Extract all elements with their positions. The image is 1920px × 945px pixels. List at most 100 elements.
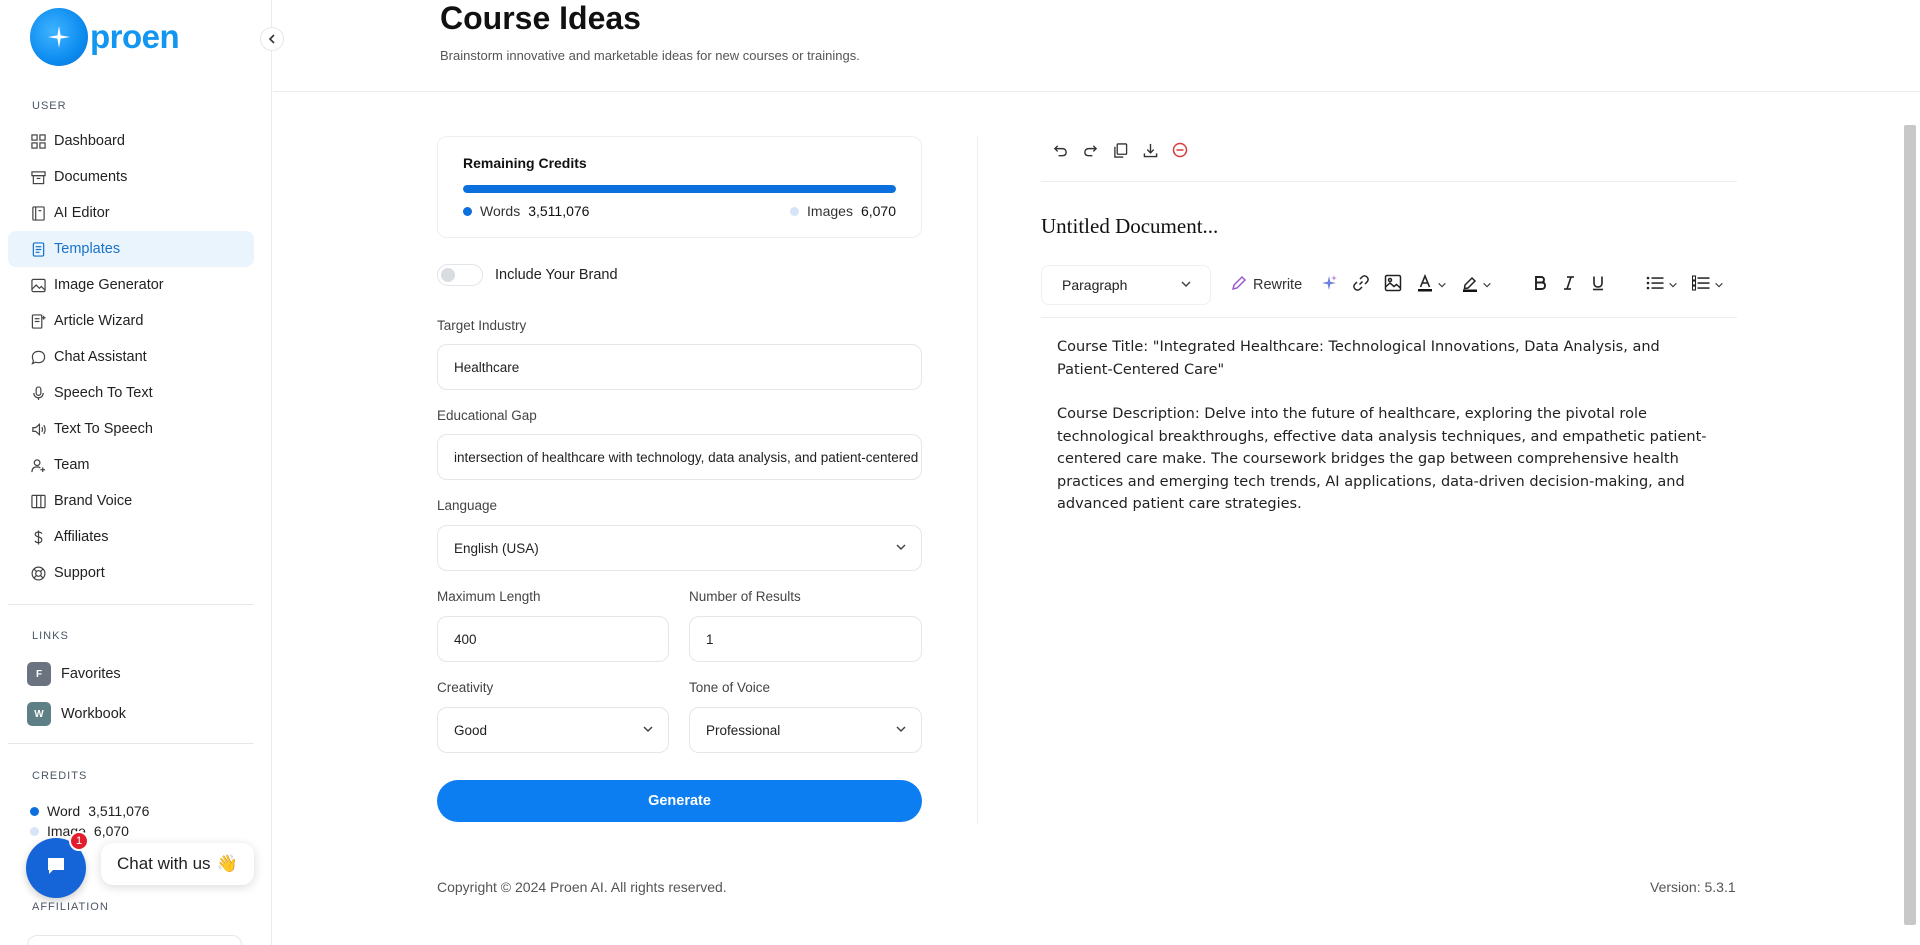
affiliation-section-label: AFFILIATION [32, 901, 109, 913]
document-editor: Untitled Document... Paragraph Rewrite C… [1041, 136, 1737, 512]
sidebar-item-dashboard[interactable]: Dashboard [8, 123, 254, 159]
sidebar-item-team[interactable]: Team [8, 447, 254, 483]
creativity-select[interactable]: Good [437, 707, 669, 753]
sidebar-item-label: AI Editor [54, 205, 110, 221]
sidebar-item-support[interactable]: Support [8, 555, 254, 591]
pencil-icon [1231, 275, 1247, 295]
page-scrollbar[interactable] [1904, 125, 1916, 925]
generate-button[interactable]: Generate [437, 780, 922, 822]
chat-with-us-bubble[interactable]: Chat with us 👋 [101, 843, 254, 885]
language-label: Language [437, 498, 498, 513]
document-paragraph: Course Title: "Integrated Healthcare: Te… [1057, 339, 1660, 378]
speaker-icon [30, 421, 46, 437]
link-label: Workbook [61, 706, 127, 722]
brand-name: proen [90, 18, 180, 55]
numbered-list-picker[interactable] [1692, 275, 1724, 295]
layout-icon [30, 493, 46, 509]
sidebar-item-label: Image Generator [54, 277, 164, 293]
insert-image-icon[interactable] [1384, 274, 1402, 296]
rewrite-label: Rewrite [1253, 277, 1303, 293]
language-select[interactable]: English (USA) [437, 525, 922, 571]
sidebar-item-text-to-speech[interactable]: Text To Speech [8, 411, 254, 447]
document-title[interactable]: Untitled Document... [1041, 214, 1218, 239]
redo-icon[interactable] [1081, 141, 1099, 159]
credits-progress-fill [463, 185, 896, 193]
tone-value: Professional [706, 722, 781, 738]
italic-icon[interactable] [1562, 275, 1576, 295]
bullet-list-icon [1646, 275, 1664, 295]
brand-logo[interactable]: proen [30, 8, 180, 66]
highlight-color-picker[interactable] [1461, 274, 1492, 296]
max-length-input[interactable]: 400 [437, 616, 669, 662]
numbered-list-icon [1692, 275, 1710, 295]
affiliation-card[interactable] [27, 935, 242, 945]
target-industry-input[interactable]: Healthcare [437, 344, 922, 390]
sparkle-icon [30, 8, 88, 66]
bullet-list-picker[interactable] [1646, 275, 1678, 295]
app-root: proen USER Dashboard Documents AI Editor [0, 0, 1920, 945]
remaining-credits-title: Remaining Credits [463, 155, 587, 171]
chevron-down-icon [642, 723, 654, 738]
chevron-down-icon [895, 541, 907, 556]
dollar-icon [30, 529, 46, 545]
undo-icon[interactable] [1051, 141, 1069, 159]
remaining-credits-card: Remaining Credits Words 3,511,076 Images… [437, 136, 922, 238]
sidebar-item-speech-to-text[interactable]: Speech To Text [8, 375, 254, 411]
word-credits: Word 3,511,076 [30, 803, 149, 819]
images-dot [790, 206, 800, 216]
sidebar-item-label: Dashboard [54, 133, 125, 149]
block-type-value: Paragraph [1062, 277, 1128, 293]
collapse-sidebar-button[interactable] [260, 27, 284, 51]
sidebar-divider [8, 743, 254, 744]
link-favorites[interactable]: F Favorites [27, 662, 121, 686]
text-color-picker[interactable] [1416, 273, 1447, 296]
file-text-icon [30, 241, 46, 257]
link-icon[interactable] [1352, 274, 1370, 296]
block-type-select[interactable]: Paragraph [1041, 265, 1211, 305]
tone-select[interactable]: Professional [689, 707, 922, 753]
footer-version: Version: 5.3.1 [1650, 879, 1736, 895]
waving-hand-icon: 👋 [216, 854, 238, 873]
word-credits-value: 3,511,076 [88, 803, 150, 819]
delete-circle-icon[interactable] [1171, 141, 1189, 159]
sidebar-item-article-wizard[interactable]: Article Wizard [8, 303, 254, 339]
creativity-value: Good [454, 722, 488, 738]
educational-gap-input[interactable]: intersection of healthcare with technolo… [437, 434, 922, 480]
wizard-doc-icon [30, 313, 46, 329]
sidebar: proen USER Dashboard Documents AI Editor [0, 0, 284, 945]
num-results-input[interactable]: 1 [689, 616, 922, 662]
sidebar-item-chat-assistant[interactable]: Chat Assistant [8, 339, 254, 375]
sidebar-item-ai-editor[interactable]: AI Editor [8, 195, 254, 231]
underline-icon[interactable] [1590, 275, 1606, 295]
workbook-badge: W [27, 702, 51, 726]
word-dot [30, 806, 39, 816]
chevron-down-icon [1714, 277, 1724, 294]
copy-icon[interactable] [1111, 141, 1129, 159]
words-label: Words [480, 203, 521, 219]
link-workbook[interactable]: W Workbook [27, 702, 126, 726]
ai-sparkle-icon[interactable] [1320, 274, 1338, 296]
format-toolbar: Paragraph Rewrite [1041, 263, 1737, 307]
sidebar-item-documents[interactable]: Documents [8, 159, 254, 195]
images-legend: Images 6,070 [790, 203, 896, 219]
include-brand-toggle[interactable] [437, 264, 483, 286]
image-dot [30, 826, 39, 836]
chevron-down-icon [1668, 277, 1678, 294]
document-paragraph: Course Description: Delve into the futur… [1057, 406, 1707, 512]
footer-copyright: Copyright © 2024 Proen AI. All rights re… [437, 879, 727, 895]
images-value: 6,070 [860, 203, 896, 219]
sidebar-item-templates[interactable]: Templates [8, 231, 254, 267]
bold-icon[interactable] [1532, 275, 1548, 295]
download-icon[interactable] [1141, 141, 1159, 159]
sidebar-item-brand-voice[interactable]: Brand Voice [8, 483, 254, 519]
sidebar-item-affiliates[interactable]: Affiliates [8, 519, 254, 555]
sidebar-item-image-generator[interactable]: Image Generator [8, 267, 254, 303]
credits-progress-bar [463, 185, 896, 193]
sidebar-divider [8, 604, 254, 605]
lifebuoy-icon [30, 565, 46, 581]
rewrite-button[interactable]: Rewrite [1231, 275, 1302, 295]
document-body[interactable]: Course Title: "Integrated Healthcare: Te… [1057, 336, 1707, 538]
credits-section-label: CREDITS [32, 770, 88, 782]
highlighter-icon [1461, 274, 1479, 296]
page-subtitle: Brainstorm innovative and marketable ide… [440, 48, 860, 63]
